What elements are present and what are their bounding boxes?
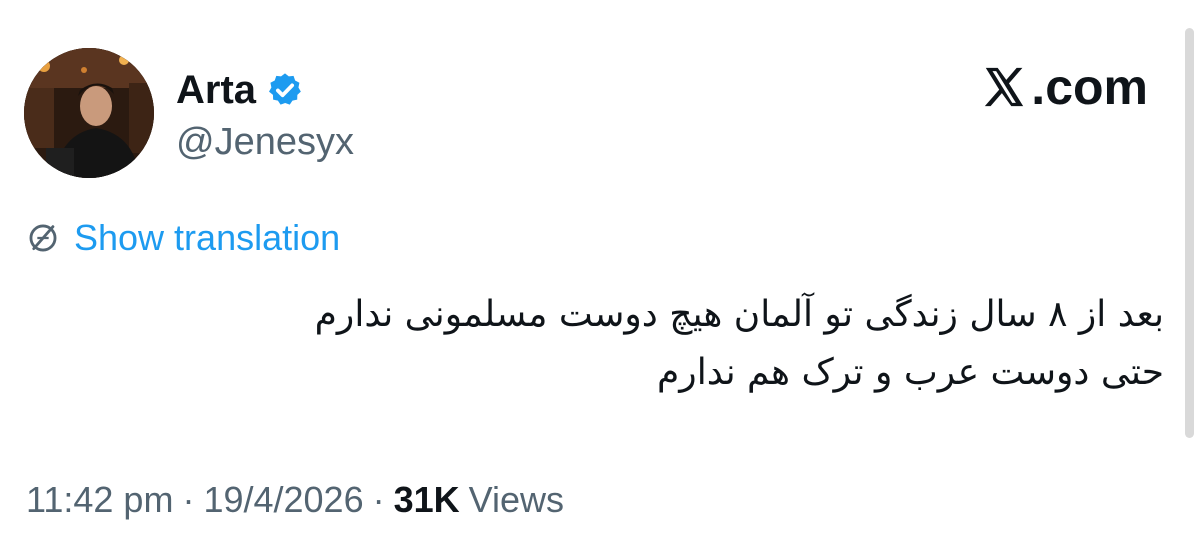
views-label[interactable]: Views [469,478,564,521]
show-translation-button[interactable]: Show translation [26,216,340,260]
brand-watermark: .com [981,62,1148,112]
brand-text: .com [1031,59,1148,115]
avatar[interactable] [24,48,154,178]
author-display-name[interactable]: Arta [176,70,256,110]
show-translation-label[interactable]: Show translation [74,220,340,256]
scrollbar[interactable] [1185,28,1194,438]
tweet-text-line: حتی دوست عرب و ترک هم ندارم [657,352,1164,393]
author-name-row[interactable]: Arta [176,66,304,114]
x-logo-icon [985,67,1024,107]
author-handle[interactable]: @Jenesyx [176,120,354,166]
globe-icon [29,224,57,252]
views-count[interactable]: 31K [394,478,460,521]
verified-badge-icon [269,73,301,105]
avatar-photo [24,48,154,178]
tweet-time[interactable]: 11:42 pm [26,478,173,521]
meta-separator: · [372,479,385,520]
tweet-date[interactable]: 19/4/2026 [203,478,363,521]
tweet-meta: 11:42 pm · 19/4/2026 · 31K Views [26,478,564,521]
tweet-text: بعد از ۸ سال زندگی تو آلمان هیچ دوست مسل… [64,286,1164,402]
meta-separator: · [182,479,195,520]
tweet-text-line: بعد از ۸ سال زندگی تو آلمان هیچ دوست مسل… [314,294,1164,335]
